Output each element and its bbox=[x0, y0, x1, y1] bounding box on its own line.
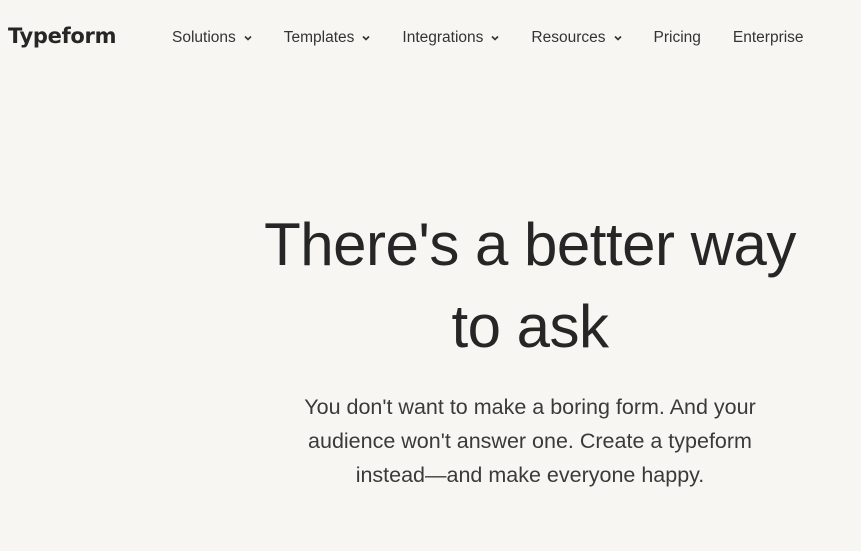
chevron-down-icon bbox=[491, 35, 499, 41]
chevron-down-icon bbox=[244, 35, 252, 41]
hero-title: There's a better way to ask bbox=[250, 204, 810, 368]
nav-enterprise[interactable]: Enterprise bbox=[733, 29, 804, 47]
nav-resources-label: Resources bbox=[531, 29, 606, 46]
nav-templates-label: Templates bbox=[283, 29, 355, 46]
typeform-logo[interactable]: Typeform bbox=[8, 24, 117, 48]
hero-title-line-1: There's a better way bbox=[264, 211, 796, 278]
chevron-down-icon bbox=[613, 35, 622, 41]
nav-templates[interactable]: Templates bbox=[284, 29, 372, 47]
nav-resources[interactable]: Resources bbox=[531, 29, 622, 47]
nav-solutions[interactable]: Solutions bbox=[172, 29, 253, 47]
main-nav: Solutions Templates Integrations Resourc… bbox=[172, 29, 804, 47]
hero-title-line-2: to ask bbox=[451, 293, 609, 360]
chevron-down-icon bbox=[362, 35, 370, 41]
nav-pricing[interactable]: Pricing bbox=[654, 29, 701, 47]
site-header: Typeform Solutions Templates Integration… bbox=[0, 0, 861, 76]
hero-section: There's a better way to ask You don't wa… bbox=[250, 204, 810, 492]
nav-solutions-label: Solutions bbox=[172, 29, 236, 46]
nav-pricing-label: Pricing bbox=[653, 29, 701, 46]
nav-integrations-label: Integrations bbox=[402, 29, 484, 46]
hero-subtitle: You don't want to make a boring form. An… bbox=[304, 395, 756, 487]
nav-enterprise-label: Enterprise bbox=[732, 29, 804, 46]
nav-integrations[interactable]: Integrations bbox=[402, 29, 500, 47]
